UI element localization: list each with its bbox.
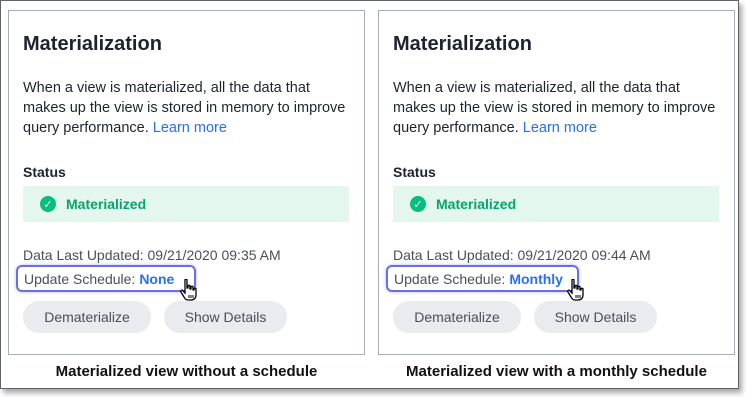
- update-schedule-label: Update Schedule:: [394, 270, 506, 287]
- materialization-panel-no-schedule: Materialization When a view is materiali…: [8, 10, 365, 355]
- status-value: Materialized: [436, 196, 517, 212]
- panel-title: Materialization: [23, 33, 162, 55]
- figure-frame: Materialization When a view is materiali…: [0, 0, 739, 389]
- update-schedule-link[interactable]: Monthly: [509, 271, 563, 287]
- check-circle-icon: ✓: [40, 196, 56, 212]
- learn-more-link[interactable]: Learn more: [153, 120, 227, 136]
- caption-monthly-schedule: Materialized view with a monthly schedul…: [406, 363, 707, 380]
- hand-pointer-icon: [180, 279, 197, 301]
- status-value: Materialized: [66, 196, 147, 212]
- status-badge: ✓ Materialized: [393, 186, 719, 222]
- status-label: Status: [23, 164, 66, 180]
- data-last-updated: Data Last Updated: 09/21/2020 09:35 AM: [23, 247, 281, 263]
- update-schedule-link[interactable]: None: [139, 271, 174, 287]
- panel-description: When a view is materialized, all the dat…: [23, 78, 353, 138]
- update-schedule-highlight: Update Schedule: None: [16, 265, 196, 292]
- hand-pointer-icon: [567, 279, 584, 301]
- materialization-panel-monthly-schedule: Materialization When a view is materiali…: [378, 10, 735, 355]
- panel-title: Materialization: [393, 33, 532, 55]
- learn-more-link[interactable]: Learn more: [523, 120, 597, 136]
- panel-description: When a view is materialized, all the dat…: [393, 78, 723, 138]
- data-last-updated: Data Last Updated: 09/21/2020 09:44 AM: [393, 247, 651, 263]
- dematerialize-button[interactable]: Dematerialize: [393, 301, 521, 333]
- dematerialize-button[interactable]: Dematerialize: [23, 301, 151, 333]
- show-details-button[interactable]: Show Details: [164, 301, 287, 333]
- status-label: Status: [393, 164, 436, 180]
- update-schedule-label: Update Schedule:: [24, 270, 136, 287]
- caption-no-schedule: Materialized view without a schedule: [55, 363, 318, 380]
- status-badge: ✓ Materialized: [23, 186, 349, 222]
- update-schedule-highlight: Update Schedule: Monthly: [386, 265, 579, 292]
- check-circle-icon: ✓: [410, 196, 426, 212]
- show-details-button[interactable]: Show Details: [534, 301, 657, 333]
